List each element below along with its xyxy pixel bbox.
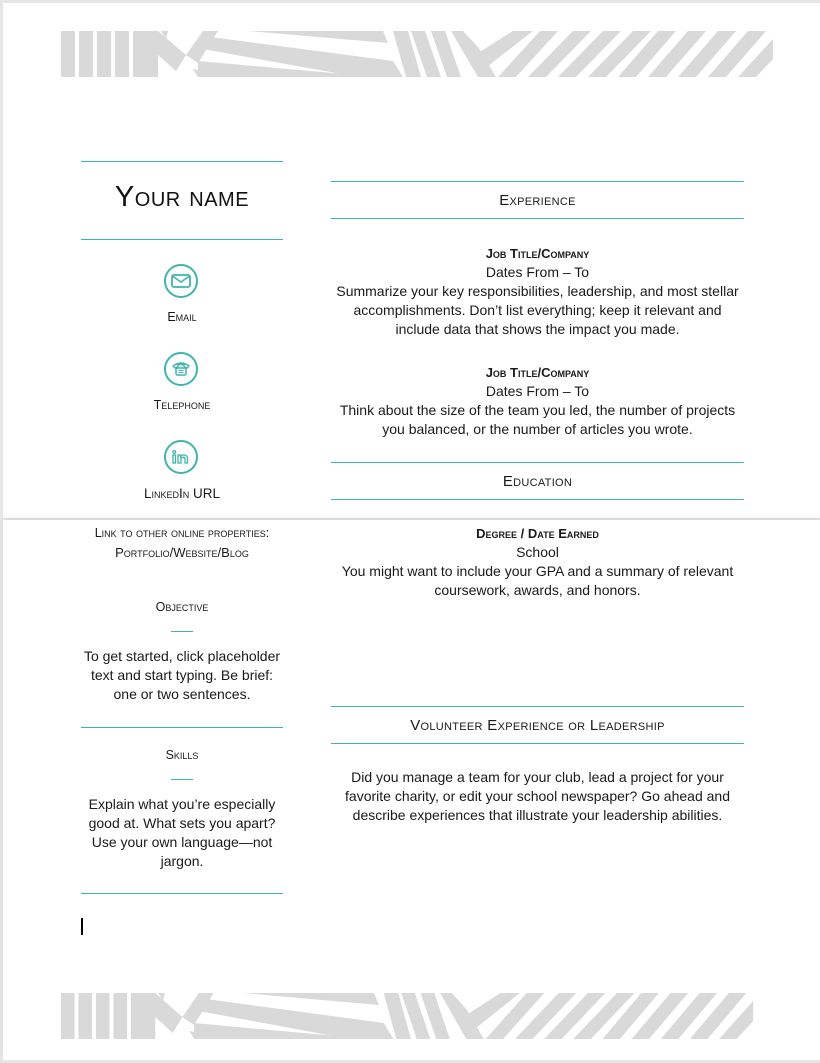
text-cursor <box>81 918 83 935</box>
footer-decorative-pattern <box>58 993 758 1039</box>
volunteer-description[interactable]: Did you manage a team for your club, lea… <box>341 768 734 825</box>
objective-heading: Objective <box>155 600 209 614</box>
online-properties-label[interactable]: Link to other online properties: <box>81 524 283 543</box>
job-description[interactable]: Think about the size of the team you led… <box>331 401 744 439</box>
your-name[interactable]: Your name <box>81 181 283 214</box>
education-heading: Education <box>502 473 573 490</box>
volunteer-heading: Volunteer Experience or Leadership <box>410 717 665 734</box>
skills-top-rule <box>81 727 283 728</box>
skills-text[interactable]: Explain what you’re especially good at. … <box>81 795 283 871</box>
linkedin-icon <box>164 440 198 474</box>
document-page-2: Link to other online properties: Portfol… <box>3 520 820 1060</box>
objective-divider <box>171 631 193 632</box>
experience-heading: Experience <box>499 192 576 209</box>
job-title[interactable]: Job Title/Company <box>331 363 744 382</box>
contact-telephone[interactable]: Telephone <box>81 398 283 412</box>
education-school[interactable]: School <box>331 543 744 562</box>
skills-heading: Skills <box>165 748 199 762</box>
job-entry-1: Job Title/Company Dates From – To Summar… <box>331 244 744 339</box>
online-properties: Link to other online properties: Portfol… <box>81 524 283 562</box>
education-description[interactable]: You might want to include your GPA and a… <box>331 562 744 600</box>
job-dates[interactable]: Dates From – To <box>331 382 744 401</box>
volunteer-top-rule <box>331 706 744 707</box>
job-entry-2: Job Title/Company Dates From – To Think … <box>331 363 744 439</box>
online-properties-links[interactable]: Portfolio/Website/Blog <box>81 543 283 562</box>
telephone-icon <box>164 352 198 386</box>
job-description[interactable]: Summarize your key responsibilities, lea… <box>331 282 744 339</box>
contact-linkedin[interactable]: LinkedIn URL <box>81 486 283 501</box>
job-dates[interactable]: Dates From – To <box>331 263 744 282</box>
name-bottom-rule <box>81 239 283 240</box>
education-top-rule <box>331 462 744 463</box>
header-decorative-pattern <box>58 31 778 77</box>
experience-top-rule <box>331 181 744 182</box>
experience-bottom-rule <box>331 218 744 219</box>
education-entry: Degree / Date Earned School You might wa… <box>331 524 744 600</box>
contact-email[interactable]: Email <box>81 310 283 324</box>
document-page-1: Your name Email Telephone LinkedIn URL E… <box>3 3 820 518</box>
objective-text[interactable]: To get started, click placeholder text a… <box>81 647 283 704</box>
skills-divider <box>171 779 193 780</box>
education-bottom-rule <box>331 499 744 500</box>
education-degree[interactable]: Degree / Date Earned <box>331 524 744 543</box>
skills-bottom-rule <box>81 893 283 894</box>
email-icon <box>164 264 198 298</box>
job-title[interactable]: Job Title/Company <box>331 244 744 263</box>
volunteer-bottom-rule <box>331 743 744 744</box>
name-top-rule <box>81 161 283 162</box>
